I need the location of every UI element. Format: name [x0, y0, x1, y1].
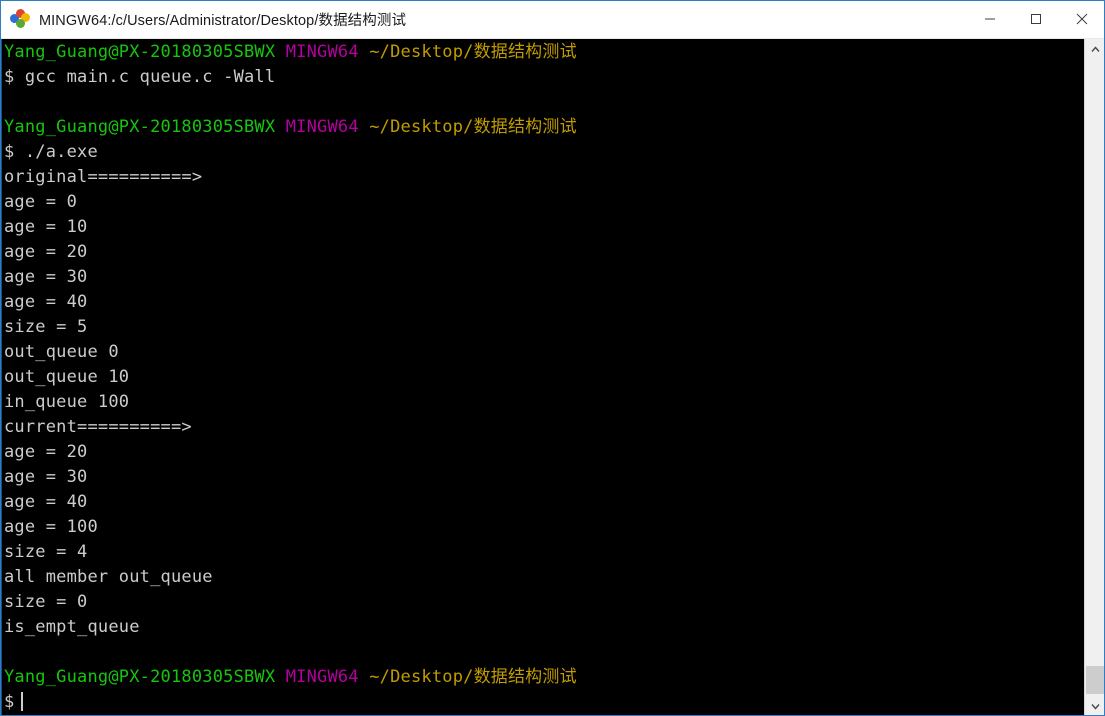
terminal-command-line: $ ./a.exe [4, 142, 98, 162]
mingw64-terminal-window: MINGW64:/c/Users/Administrator/Desktop/数… [0, 0, 1105, 716]
terminal-prompt-line: Yang_Guang@PX-20180305SBWX MINGW64 ~/Des… [4, 665, 1084, 690]
terminal-output-area[interactable]: Yang_Guang@PX-20180305SBWX MINGW64 ~/Des… [2, 39, 1084, 716]
terminal-prompt-line: Yang_Guang@PX-20180305SBWX MINGW64 ~/Des… [4, 40, 1084, 65]
terminal-output-line: age = 20 [4, 242, 88, 262]
title-bar-left: MINGW64:/c/Users/Administrator/Desktop/数… [0, 9, 967, 30]
close-button[interactable] [1059, 0, 1105, 38]
terminal-output-line: age = 20 [4, 442, 88, 462]
title-bar[interactable]: MINGW64:/c/Users/Administrator/Desktop/数… [0, 0, 1105, 39]
prompt-user-host: Yang_Guang@PX-20180305SBWX [4, 117, 276, 137]
prompt-user-host: Yang_Guang@PX-20180305SBWX [4, 42, 276, 62]
prompt-symbol: $ [4, 692, 15, 712]
vertical-scrollbar[interactable] [1084, 39, 1105, 716]
terminal-output-line: in_queue 100 [4, 392, 130, 412]
terminal-command-line: $ gcc main.c queue.c -Wall [4, 67, 276, 87]
prompt-path: ~/Desktop/数据结构测试 [369, 667, 577, 687]
window-controls [967, 0, 1105, 38]
terminal-output-line: size = 5 [4, 317, 88, 337]
terminal-output-line: original==========> [4, 167, 203, 187]
terminal-prompt-line: Yang_Guang@PX-20180305SBWX MINGW64 ~/Des… [4, 115, 1084, 140]
terminal-output-line: size = 0 [4, 592, 88, 612]
scrollbar-thumb[interactable] [1086, 666, 1104, 694]
prompt-path: ~/Desktop/数据结构测试 [369, 117, 577, 137]
prompt-shell-name: MINGW64 [285, 117, 359, 137]
terminal-body: Yang_Guang@PX-20180305SBWX MINGW64 ~/Des… [0, 39, 1105, 716]
terminal-output-line: age = 30 [4, 467, 88, 487]
terminal-output-line: current==========> [4, 417, 192, 437]
terminal-output-line: age = 100 [4, 517, 98, 537]
chevron-up-icon [1090, 45, 1100, 52]
terminal-output-line: is_empt_queue [4, 617, 140, 637]
terminal-output-line: size = 4 [4, 542, 88, 562]
prompt-user-host: Yang_Guang@PX-20180305SBWX [4, 667, 276, 687]
scroll-down-button[interactable] [1085, 696, 1105, 716]
terminal-output-line: age = 10 [4, 217, 88, 237]
text-cursor [21, 692, 24, 711]
terminal-output-line: age = 40 [4, 292, 88, 312]
close-icon [1076, 13, 1088, 25]
prompt-path: ~/Desktop/数据结构测试 [369, 42, 577, 62]
terminal-output-line: all member out_queue [4, 567, 213, 587]
window-title: MINGW64:/c/Users/Administrator/Desktop/数… [39, 12, 407, 29]
terminal-output-line: out_queue 10 [4, 367, 130, 387]
minimize-icon [985, 18, 995, 20]
maximize-icon [1031, 14, 1041, 24]
prompt-shell-name: MINGW64 [285, 42, 359, 62]
terminal-output-line: age = 30 [4, 267, 88, 287]
prompt-shell-name: MINGW64 [285, 667, 359, 687]
terminal-input-line: $ [4, 690, 1084, 715]
scrollbar-track[interactable] [1085, 59, 1105, 696]
gitbash-logo-icon [10, 9, 30, 29]
terminal-output-line: out_queue 0 [4, 342, 119, 362]
scroll-up-button[interactable] [1085, 39, 1105, 59]
minimize-button[interactable] [967, 0, 1013, 38]
chevron-down-icon [1090, 703, 1100, 710]
terminal-output-line: age = 40 [4, 492, 88, 512]
terminal-output-line: age = 0 [4, 192, 78, 212]
maximize-button[interactable] [1013, 0, 1059, 38]
